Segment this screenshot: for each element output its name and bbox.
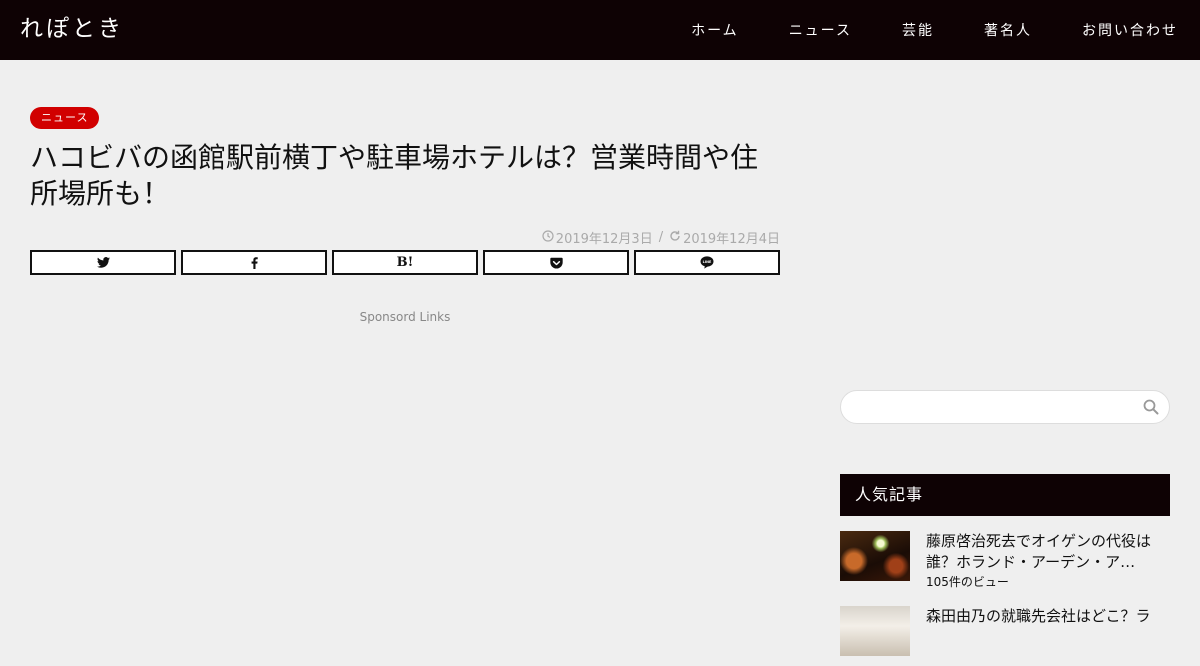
share-line-button[interactable]: LINE bbox=[634, 250, 780, 275]
search-input[interactable] bbox=[855, 397, 1135, 419]
popular-post-title[interactable]: 藤原啓治死去でオイゲンの代役は誰？ホランド・アーデン・ア… bbox=[926, 531, 1170, 573]
hatena-icon: B! bbox=[396, 255, 414, 270]
nav-item-home[interactable]: ホーム bbox=[691, 20, 739, 40]
popular-posts-heading: 人気記事 bbox=[840, 474, 1170, 516]
popular-post-views: 105件のビュー bbox=[926, 575, 1009, 589]
refresh-icon bbox=[669, 230, 681, 245]
line-icon: LINE bbox=[700, 256, 714, 269]
share-facebook-button[interactable] bbox=[181, 250, 327, 275]
facebook-icon bbox=[251, 256, 258, 269]
nav-item-news[interactable]: ニュース bbox=[789, 20, 852, 40]
site-header: れぽとき ホーム ニュース 芸能 著名人 お問い合わせ bbox=[0, 0, 1200, 60]
search-icon[interactable] bbox=[1143, 399, 1159, 415]
global-nav: ホーム ニュース 芸能 著名人 お問い合わせ bbox=[641, 0, 1178, 60]
category-badge[interactable]: ニュース bbox=[30, 107, 100, 129]
published-date: 2019年12月3日 bbox=[555, 232, 653, 247]
share-buttons: B! LINE bbox=[30, 250, 780, 275]
twitter-icon bbox=[96, 257, 110, 268]
sidebar: 人気記事 藤原啓治死去でオイゲンの代役は誰？ホランド・アーデン・ア… 105件の… bbox=[840, 60, 1170, 656]
post-thumbnail[interactable] bbox=[840, 531, 910, 581]
post-thumbnail[interactable] bbox=[840, 606, 910, 656]
popular-post-item[interactable]: 森田由乃の就職先会社はどこ？ラ bbox=[840, 606, 1170, 666]
search-box bbox=[840, 390, 1170, 424]
sponsored-links-label: Sponsord Links bbox=[359, 310, 451, 324]
site-title[interactable]: れぽとき bbox=[20, 14, 124, 44]
pocket-icon bbox=[549, 257, 563, 269]
share-twitter-button[interactable] bbox=[30, 250, 176, 275]
share-pocket-button[interactable] bbox=[483, 250, 629, 275]
popular-post-item[interactable]: 藤原啓治死去でオイゲンの代役は誰？ホランド・アーデン・ア… 105件のビュー bbox=[840, 531, 1170, 591]
popular-post-title[interactable]: 森田由乃の就職先会社はどこ？ラ bbox=[926, 606, 1170, 627]
article-dates: 2019年12月3日 / 2019年12月4日 bbox=[542, 228, 780, 247]
svg-text:LINE: LINE bbox=[703, 260, 712, 264]
article-title: ハコビバの函館駅前横丁や駐車場ホテルは？営業時間や住所場所も！ bbox=[30, 141, 759, 210]
nav-item-contact[interactable]: お問い合わせ bbox=[1082, 20, 1178, 40]
updated-date: 2019年12月4日 bbox=[683, 232, 780, 247]
article-main: ニュース ハコビバの函館駅前横丁や駐車場ホテルは？営業時間や住所場所も！ 201… bbox=[30, 60, 780, 630]
share-hatena-button[interactable]: B! bbox=[332, 250, 478, 275]
nav-item-celebrities[interactable]: 著名人 bbox=[984, 20, 1032, 40]
clock-icon bbox=[542, 230, 554, 245]
date-separator: / bbox=[658, 230, 664, 245]
nav-item-entertainment[interactable]: 芸能 bbox=[902, 20, 934, 40]
